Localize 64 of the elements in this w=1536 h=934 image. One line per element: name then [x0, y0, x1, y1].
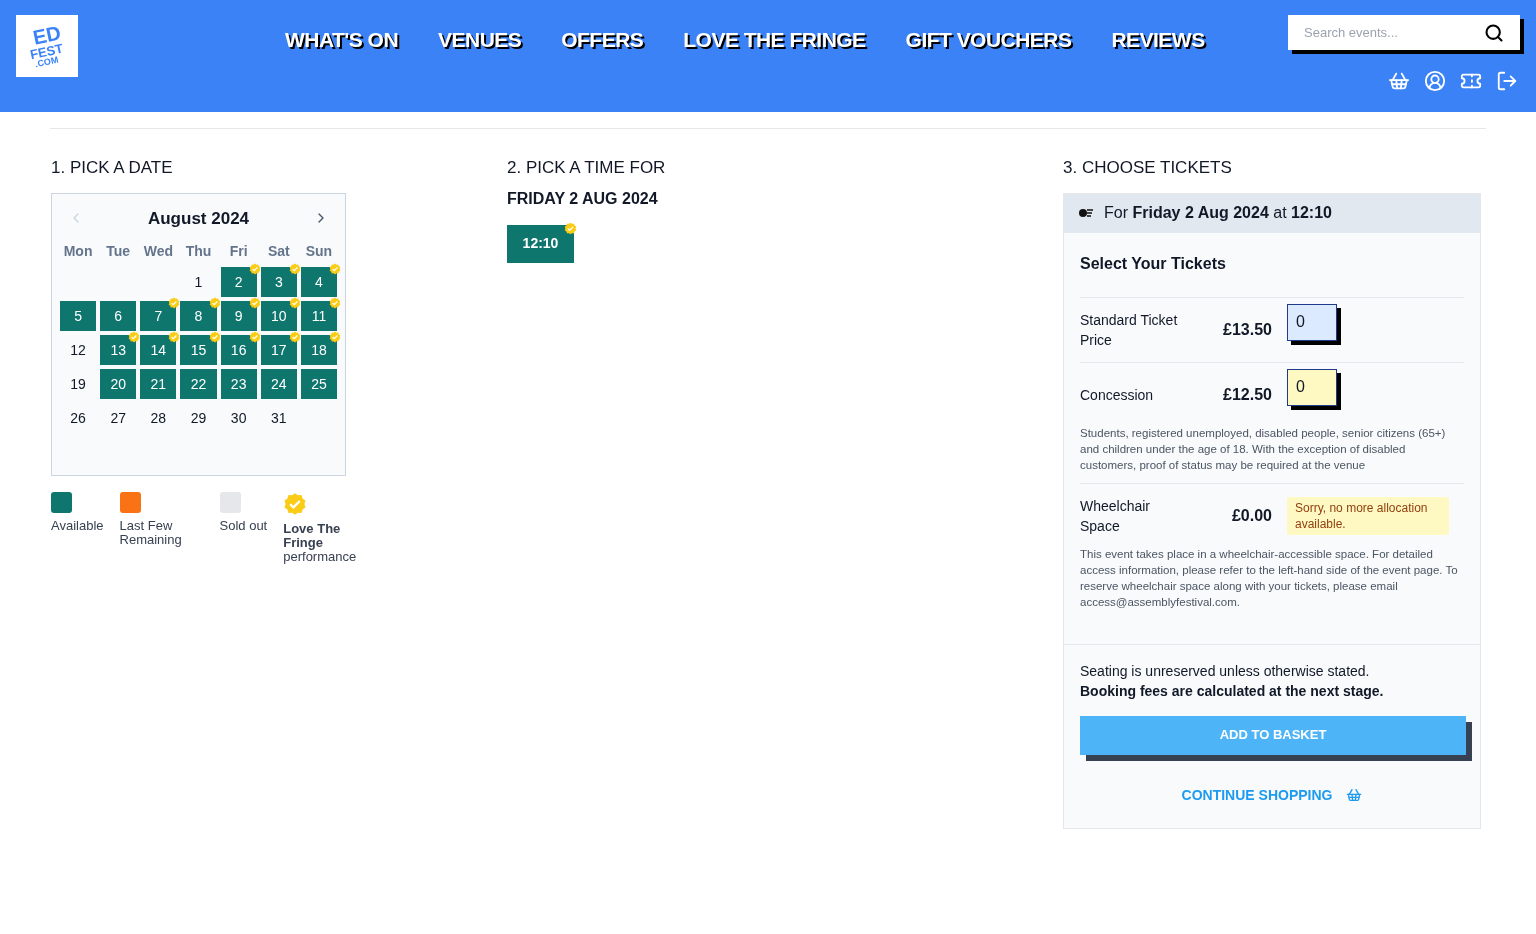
- fringe-badge-icon: [283, 491, 308, 516]
- nav-link[interactable]: VENUES: [438, 24, 522, 56]
- calendar-day: 29: [180, 403, 217, 433]
- calendar-day: 28: [140, 403, 177, 433]
- weekday-label: Mon: [62, 242, 94, 261]
- site-logo[interactable]: ED FEST .COM: [16, 15, 78, 77]
- nav-link[interactable]: LOVE THE FRINGE: [683, 24, 866, 56]
- booking-note: Booking fees are calculated at the next stage.: [1080, 681, 1385, 701]
- calendar-day: 12: [60, 335, 97, 365]
- weekday-label: Fri: [228, 242, 249, 261]
- month-title: August 2024: [147, 207, 250, 230]
- legend-label: Love The Fringe performance: [283, 521, 358, 564]
- allocation-message: Sorry, no more allocation available.: [1287, 496, 1449, 535]
- nav-link[interactable]: OFFERS: [561, 24, 644, 56]
- ticket-note: Students, registered unemployed, disabled people, senior citizens (65+) and children under the age of 18. With the exception of disabled customers, proof of status may be required at the venue: [1080, 425, 1447, 473]
- calendar-day[interactable]: 24: [260, 369, 297, 399]
- calendar-day: 30: [220, 403, 257, 433]
- calendar-day: 19: [60, 369, 97, 399]
- search-field[interactable]: Search events...: [1304, 22, 1484, 43]
- nav-link[interactable]: GIFT VOUCHERS: [905, 24, 1072, 56]
- continue-shopping-link[interactable]: CONTINUE SHOPPING: [1181, 784, 1333, 806]
- nav-link[interactable]: REVIEWS: [1111, 24, 1205, 56]
- nav-link[interactable]: WHAT'S ON: [285, 24, 399, 56]
- quantity-field[interactable]: 0: [1287, 368, 1337, 406]
- ticket-type: Wheelchair Space: [1080, 496, 1152, 536]
- performance-summary: For Friday 2 Aug 2024 at 12:10: [1104, 203, 1332, 223]
- calendar-day[interactable]: 5: [60, 301, 97, 331]
- search-icon[interactable]: [1484, 22, 1504, 43]
- ticket-type: Standard Ticket Price: [1080, 310, 1179, 350]
- calendar-day[interactable]: 6: [100, 301, 137, 331]
- legend-label: Sold out: [219, 518, 268, 533]
- ticket-note: This event takes place in a wheelchair-accessible space. For detailed access information, please refer to the left-hand side of the event page. To reserve wheelchair space along with your tickets, please email access@assemblyfestival.com.: [1080, 546, 1459, 610]
- logout-icon[interactable]: [1496, 70, 1518, 92]
- weekday-label: Sun: [304, 242, 334, 261]
- section-heading: 3. CHOOSE TICKETS: [1063, 157, 1233, 179]
- user-icon[interactable]: [1424, 70, 1446, 92]
- panel-subheading: Select Your Tickets: [1080, 232, 1464, 298]
- weekday-label: Sat: [266, 242, 291, 261]
- calendar-day[interactable]: 21: [140, 369, 177, 399]
- section-heading: 1. PICK A DATE: [51, 157, 174, 179]
- weekday-label: Tue: [105, 242, 132, 261]
- calendar-day[interactable]: 23: [220, 369, 257, 399]
- calendar-day: 26: [60, 403, 97, 433]
- section-heading: 2. PICK A TIME FOR: [507, 157, 667, 179]
- legend-label: Last Few Remaining: [119, 518, 183, 547]
- calendar-day[interactable]: 20: [100, 369, 137, 399]
- legend-label: Available: [51, 518, 104, 533]
- calendar-day: 27: [100, 403, 137, 433]
- ticket-type: Concession: [1080, 385, 1155, 405]
- selected-date: FRIDAY 2 AUG 2024: [507, 188, 659, 209]
- booking-note: Seating is unreserved unless otherwise stated.: [1080, 661, 1371, 681]
- calendar-day[interactable]: 25: [300, 369, 337, 399]
- basket-icon[interactable]: [1388, 70, 1410, 92]
- ticket-price: £0.00: [1230, 505, 1272, 526]
- calendar-day: 1: [180, 267, 217, 297]
- weekday-label: Thu: [184, 242, 213, 261]
- calendar-day[interactable]: 22: [180, 369, 217, 399]
- quantity-field[interactable]: 0: [1287, 303, 1337, 341]
- ticket-price: £13.50: [1222, 319, 1272, 340]
- weekday-label: Wed: [142, 242, 174, 261]
- ticket-price: £12.50: [1222, 384, 1272, 405]
- time-slot[interactable]: 12:10: [507, 224, 574, 263]
- basket-icon: [1346, 787, 1363, 803]
- calendar-day: 31: [260, 403, 297, 433]
